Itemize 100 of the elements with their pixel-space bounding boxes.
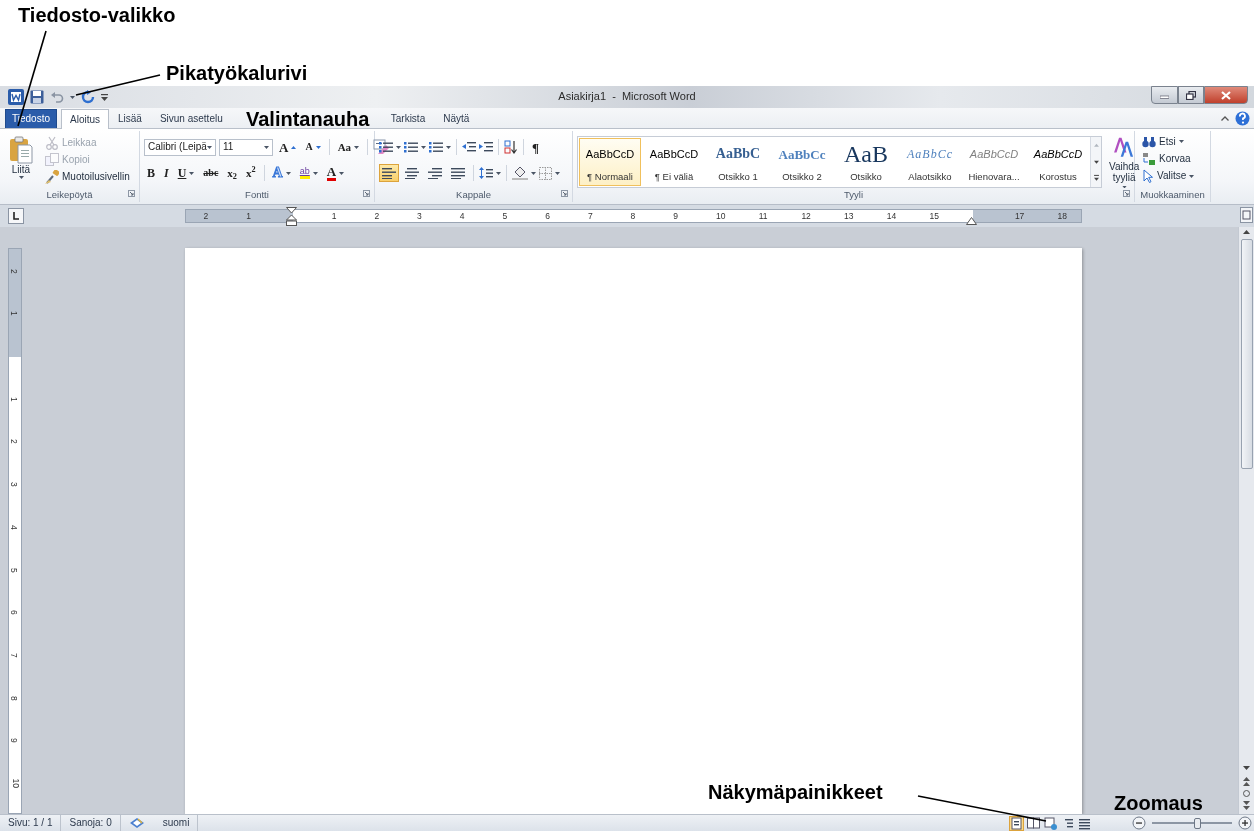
shading-bucket-icon[interactable] <box>512 166 528 180</box>
ribbon-tab[interactable]: Lisää <box>109 109 151 128</box>
dialog-launcher-icon[interactable] <box>128 189 135 197</box>
font-size-field[interactable]: 11 <box>219 138 273 156</box>
next-page-icon[interactable] <box>1242 800 1251 812</box>
style-option[interactable]: AaBbCcD Hienovara... <box>963 138 1025 186</box>
underline-button[interactable]: U <box>174 164 198 182</box>
style-option[interactable]: AaBbCc Alaotsikko <box>899 138 961 186</box>
vertical-ruler[interactable]: 2 1 1 2 3 4 5 6 7 8 9 10 <box>8 248 22 814</box>
caret-icon[interactable] <box>421 145 426 149</box>
style-option[interactable]: AaBbCc Otsikko 2 <box>771 138 833 186</box>
ruler-number: 4 <box>9 524 18 530</box>
binoculars-icon <box>1142 135 1156 148</box>
save-icon[interactable] <box>30 90 44 104</box>
caret-icon[interactable] <box>354 145 360 149</box>
collapse-ribbon-icon[interactable] <box>1221 116 1229 121</box>
caret-icon[interactable] <box>264 145 269 149</box>
caret-icon[interactable] <box>555 171 560 175</box>
style-option[interactable]: AaBbCcD ¶ Ei väliä <box>643 138 705 186</box>
scrollbar-thumb[interactable] <box>1240 239 1253 469</box>
caret-icon[interactable] <box>1121 185 1127 188</box>
caret-icon[interactable] <box>339 171 345 175</box>
language[interactable]: suomi <box>162 817 190 829</box>
font-color-button[interactable]: A <box>323 164 348 182</box>
shrink-font-button[interactable]: A <box>302 138 324 156</box>
ruler-number: 2 <box>374 212 380 221</box>
redo-icon[interactable] <box>81 90 95 104</box>
page-count[interactable]: Sivu: 1 / 1 <box>0 815 62 831</box>
paste-button[interactable]: Liitä <box>4 133 38 189</box>
style-option[interactable]: AaBbC Otsikko 1 <box>707 138 769 186</box>
window-title: Asiakirja1 - Microsoft Word <box>558 90 696 104</box>
caret-icon[interactable] <box>70 95 75 99</box>
decrease-indent-icon[interactable] <box>462 141 476 153</box>
show-formatting-button[interactable]: ¶ <box>529 138 543 156</box>
dialog-launcher-icon[interactable] <box>561 189 568 197</box>
proofing-book-icon[interactable] <box>128 817 145 830</box>
close-icon <box>1221 90 1231 100</box>
caret-icon[interactable] <box>312 171 318 175</box>
bold-button[interactable]: B <box>144 164 158 182</box>
bullet-list-icon[interactable] <box>379 141 393 153</box>
help-icon[interactable] <box>1235 111 1250 126</box>
subscript-button[interactable]: x$_{2}$ <box>224 164 240 182</box>
lines-icon <box>451 167 465 179</box>
caret-icon[interactable] <box>446 145 451 149</box>
ribbon-tab[interactable]: Tarkista <box>381 109 435 128</box>
font-name-field[interactable]: Calibri (Leipä <box>144 138 216 156</box>
pointer-icon <box>1142 169 1154 184</box>
group-label: Muokkaaminen <box>1140 189 1205 200</box>
style-option[interactable]: AaBbCcD Korostus <box>1027 138 1089 186</box>
ruler-number: 3 <box>417 212 422 221</box>
caret-icon[interactable] <box>496 171 501 175</box>
change-case-button[interactable]: Aa <box>334 138 363 156</box>
indent-marker-icon[interactable] <box>286 207 297 226</box>
caret-icon[interactable] <box>1178 140 1184 144</box>
ruler-number: 8 <box>9 695 18 701</box>
increase-indent-icon[interactable] <box>479 141 493 153</box>
caret-icon[interactable] <box>531 171 536 175</box>
scroll-down-icon[interactable] <box>1242 763 1251 773</box>
highlight-button[interactable]: ab <box>296 164 321 182</box>
horizontal-ruler[interactable]: 2 1 1 2 3 4 5 6 7 8 9 10 11 12 13 14 15 17 18 <box>185 209 1082 223</box>
browse-object-icon[interactable] <box>1242 789 1251 798</box>
ribbon-tab[interactable]: Sivun asettelu <box>150 109 232 128</box>
zoom-out-icon[interactable] <box>1132 816 1146 830</box>
tab-stop-selector-icon[interactable] <box>8 208 24 224</box>
grow-font-button[interactable]: A <box>276 138 300 156</box>
caret-icon[interactable] <box>18 176 24 179</box>
multilevel-list-icon[interactable] <box>429 141 443 153</box>
ribbon-tab[interactable]: Aloitus <box>61 109 109 129</box>
restore-button[interactable] <box>1178 86 1204 104</box>
italic-button[interactable]: I <box>161 164 172 182</box>
previous-page-icon[interactable] <box>1242 775 1251 787</box>
caret-icon[interactable] <box>1189 174 1195 178</box>
ruler-number: 10 <box>716 212 726 221</box>
caret-icon[interactable] <box>396 145 401 149</box>
customize-menu-icon[interactable] <box>101 93 108 101</box>
superscript-button[interactable]: x$^{2}$ <box>243 164 259 182</box>
ruler-number: 1 <box>9 396 18 402</box>
group-label: Leikepöytä <box>46 189 93 200</box>
sort-icon[interactable] <box>504 140 518 154</box>
slider-thumb[interactable] <box>1193 817 1201 829</box>
caret-icon[interactable] <box>189 171 195 175</box>
close-button[interactable] <box>1204 86 1248 104</box>
word-logo-icon[interactable] <box>8 89 24 105</box>
line-spacing-icon[interactable] <box>479 167 493 179</box>
ribbon-tab[interactable]: Näytä <box>434 109 479 128</box>
scroll-up-icon[interactable] <box>1242 227 1251 237</box>
align-left-button[interactable] <box>379 164 399 182</box>
caret-icon[interactable] <box>207 145 212 149</box>
dialog-launcher-icon[interactable] <box>363 189 370 197</box>
zoom-in-icon[interactable] <box>1238 816 1252 830</box>
caret-icon[interactable] <box>285 171 291 175</box>
word-count[interactable]: Sanoja: 0 <box>61 815 121 831</box>
dialog-launcher-icon[interactable] <box>1123 189 1130 197</box>
strikethrough-button[interactable]: abc <box>200 164 222 182</box>
style-option[interactable]: AaBbCcD ¶ Normaali <box>579 138 641 186</box>
group-label: Tyyli <box>844 189 863 200</box>
numbered-list-icon[interactable] <box>404 141 418 153</box>
style-option[interactable]: AaB Otsikko <box>835 138 897 186</box>
clipboard-button[interactable]: Muotoilusivellin <box>42 168 133 185</box>
ruler-number: 7 <box>9 652 18 658</box>
